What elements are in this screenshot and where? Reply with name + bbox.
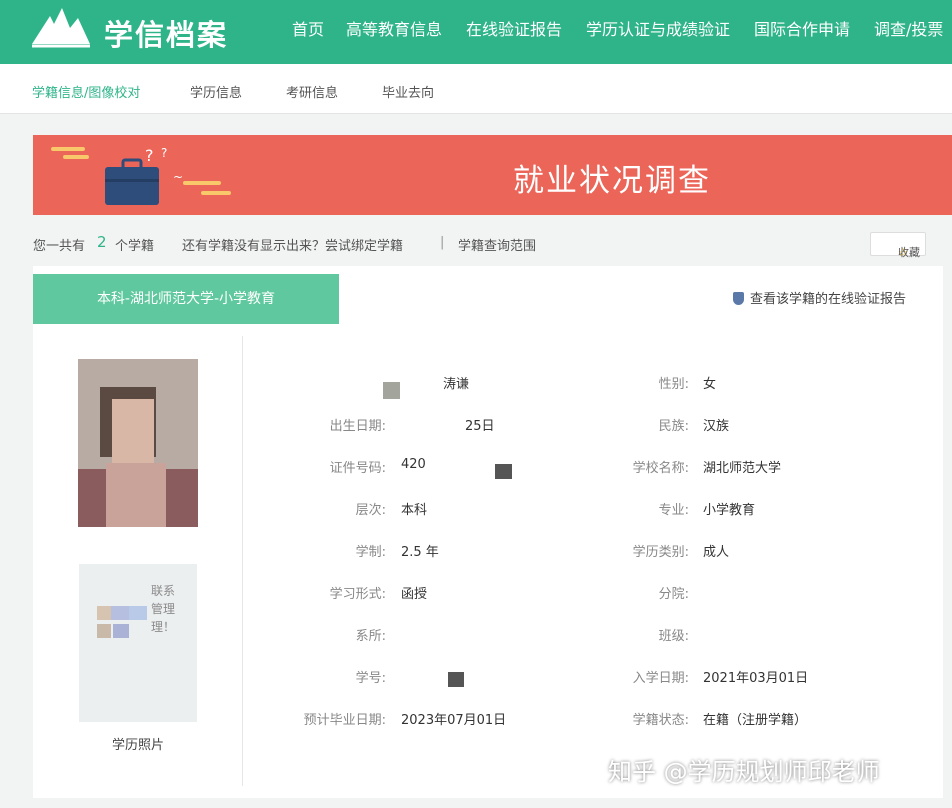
favorite-label: 收藏 <box>898 246 920 259</box>
field-label-status: 学籍状态: <box>632 713 689 728</box>
banner-title: 就业状况调查 <box>513 163 711 199</box>
record-count-bar: 您一共有 2 个学籍 还有学籍没有显示出来？尝试绑定学籍 | 学籍查询范围 ☆ 收… <box>33 226 943 260</box>
sub-navbar: 学籍信息/图像校对 学历信息 考研信息 毕业去向 <box>0 64 952 114</box>
logo-icon <box>32 8 90 48</box>
tab-graduation-destination[interactable]: 毕业去向 <box>382 82 434 101</box>
watermark: 知乎 @学历规划师邱老师 <box>608 758 880 786</box>
nav-online-verification[interactable]: 在线验证报告 <box>466 16 562 40</box>
query-scope-link[interactable]: 学籍查询范围 <box>458 235 536 254</box>
record-tab[interactable]: 本科-湖北师范大学-小学教育 <box>33 274 339 324</box>
tab-status-info[interactable]: 学籍信息/图像校对 <box>32 82 140 101</box>
field-label-ethnicity: 民族: <box>658 419 689 434</box>
field-value-id-number: 420 <box>401 457 426 472</box>
field-label-branch: 分院: <box>658 587 689 602</box>
record-count: 2 <box>97 233 107 251</box>
verify-report-link[interactable]: 查看该学籍的在线验证报告 <box>733 288 906 307</box>
nav-international[interactable]: 国际合作申请 <box>754 16 850 40</box>
svg-text:?: ? <box>161 146 167 160</box>
field-value-gender: 女 <box>703 377 717 392</box>
field-label-student-id: 学号: <box>355 671 386 686</box>
field-value-duration: 2.5 年 <box>401 545 439 560</box>
field-value-name: 涛谦 <box>443 377 470 392</box>
shield-icon <box>733 292 744 305</box>
verify-report-label: 查看该学籍的在线验证报告 <box>750 292 907 307</box>
field-value-major: 小学教育 <box>703 503 756 518</box>
field-value-level: 本科 <box>401 503 428 518</box>
field-label-major: 专业: <box>658 503 689 518</box>
field-label-enrollment-date: 入学日期: <box>632 671 689 686</box>
field-label-level: 层次: <box>355 503 386 518</box>
brand-title[interactable]: 学信档案 <box>104 12 228 54</box>
separator: | <box>440 235 445 250</box>
field-value-expected-graduation: 2023年07月01日 <box>401 713 507 728</box>
count-suffix: 个学籍 <box>115 239 155 254</box>
field-value-enrollment-date: 2021年03月01日 <box>703 671 809 686</box>
svg-text:~: ~ <box>173 170 183 184</box>
field-value-status: 在籍（注册学籍） <box>703 713 808 728</box>
degree-photo: 联系 管理 理！ <box>79 564 197 722</box>
field-value-study-mode: 函授 <box>401 587 428 602</box>
redaction-block <box>495 464 512 479</box>
svg-text:?: ? <box>145 146 154 165</box>
field-label-department: 系所: <box>355 629 386 644</box>
record-card: 本科-湖北师范大学-小学教育 查看该学籍的在线验证报告 联系 管理 理！ 学历照… <box>33 266 943 798</box>
tab-degree-info[interactable]: 学历信息 <box>190 82 242 101</box>
nav-home[interactable]: 首页 <box>292 16 324 40</box>
photo-caption: 学历照片 <box>111 738 164 753</box>
field-label-class: 班级: <box>658 629 689 644</box>
status-photo <box>78 359 198 527</box>
photo-notice-text: 联系 管理 理！ <box>151 584 176 634</box>
redaction-block <box>448 672 464 687</box>
nav-degree-certification[interactable]: 学历认证与成绩验证 <box>586 16 730 40</box>
field-label-expected-graduation: 预计毕业日期: <box>303 713 386 728</box>
field-value-ethnicity: 汉族 <box>703 419 730 434</box>
nav-survey[interactable]: 调查/投票 <box>874 16 943 40</box>
field-label-school: 学校名称: <box>632 461 689 476</box>
field-label-gender: 性别: <box>658 377 689 392</box>
field-value-school: 湖北师范大学 <box>703 461 782 476</box>
survey-banner[interactable]: ? ? ~ 就业状况调查 <box>33 135 952 215</box>
field-label-study-mode: 学习形式: <box>329 587 386 602</box>
field-label-duration: 学制: <box>355 545 386 560</box>
field-label-degree-type: 学历类别: <box>632 545 689 560</box>
tab-exam-info[interactable]: 考研信息 <box>286 82 338 101</box>
field-value-degree-type: 成人 <box>703 545 730 560</box>
field-label-id-number: 证件号码: <box>329 461 386 476</box>
favorite-button[interactable]: ☆ 收藏 <box>870 232 926 259</box>
bind-record-link[interactable]: 还有学籍没有显示出来？尝试绑定学籍 <box>182 235 403 254</box>
field-value-birthdate: 25日 <box>465 419 495 434</box>
top-navbar: 学信档案 首页 高等教育信息 在线验证报告 学历认证与成绩验证 国际合作申请 调… <box>0 0 952 64</box>
field-label-birthdate: 出生日期: <box>329 419 386 434</box>
nav-higher-education[interactable]: 高等教育信息 <box>346 16 442 40</box>
photo-column: 联系 管理 理！ 学历照片 <box>33 336 243 786</box>
briefcase-illustration: ? ? ~ <box>51 146 231 205</box>
count-prefix: 您一共有 <box>33 239 86 254</box>
redaction-block <box>383 382 400 399</box>
